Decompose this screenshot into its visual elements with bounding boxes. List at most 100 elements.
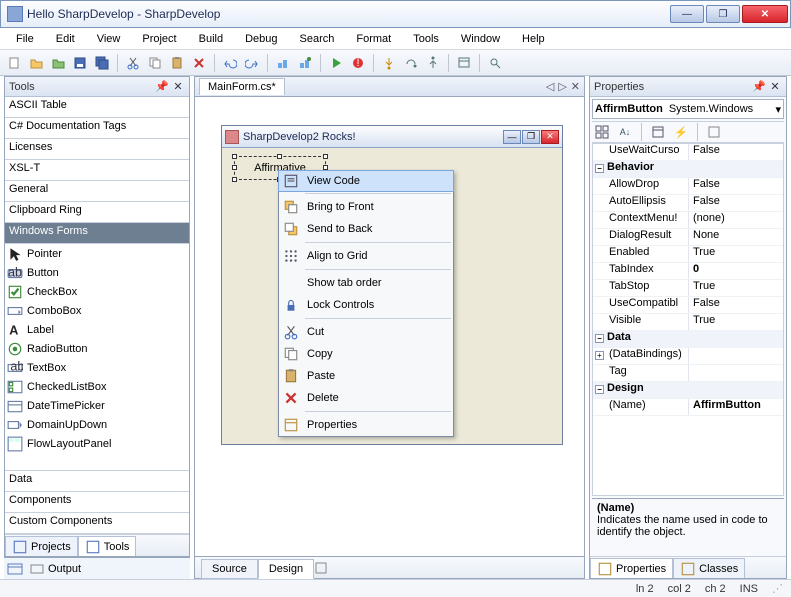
context-delete[interactable]: Delete [279,387,453,409]
property-category[interactable]: −Behavior [593,161,783,178]
delete-icon[interactable] [189,53,209,73]
property-row[interactable]: EnabledTrue [593,246,783,263]
toolbox-item[interactable]: RadioButton [5,339,189,358]
panel-close-icon[interactable]: ✕ [768,80,782,94]
tool-category[interactable]: Windows Forms [5,223,189,244]
expand-icon[interactable]: + [595,351,604,360]
pin-icon[interactable]: 📌 [752,80,766,94]
events-tab-icon[interactable]: ⚡ [671,122,691,142]
toolbox-item[interactable]: ablTextBox [5,358,189,377]
editor-tab-source[interactable]: Source [201,559,258,579]
property-value[interactable]: False [689,297,783,313]
run-icon[interactable] [326,53,346,73]
context-view-code[interactable]: View Code [278,170,454,192]
alphabetical-icon[interactable]: A↓ [615,122,635,142]
step-out-icon[interactable] [423,53,443,73]
tool-category[interactable]: General [5,181,189,202]
toolbox-item[interactable]: CheckedListBox [5,377,189,396]
editor-options-icon[interactable] [314,561,328,578]
build-icon[interactable] [273,53,293,73]
property-row[interactable]: (Name)AffirmButton [593,399,783,416]
output-dropdown-icon[interactable] [29,561,45,577]
property-category[interactable]: −Design [593,382,783,399]
tool-category[interactable]: ASCII Table [5,97,189,118]
side-tab-projects[interactable]: Projects [5,536,78,556]
property-value[interactable]: False [689,195,783,211]
step-over-icon[interactable] [401,53,421,73]
tool-category[interactable]: Data [5,471,189,492]
tab-next-icon[interactable]: ▷ [558,80,566,93]
tool-category[interactable]: Components [5,492,189,513]
property-row[interactable]: TabStopTrue [593,280,783,297]
undo-icon[interactable] [220,53,240,73]
pin-icon[interactable]: 📌 [155,80,169,94]
property-value[interactable]: True [689,314,783,330]
toolbox-item[interactable]: CheckBox [5,282,189,301]
toolbox-item[interactable]: abButton [5,263,189,282]
property-value[interactable]: AffirmButton [689,399,783,415]
toolbox-item[interactable]: DomainUpDown [5,415,189,434]
save-icon[interactable] [70,53,90,73]
tool-category[interactable]: Licenses [5,139,189,160]
context-lock-controls[interactable]: Lock Controls [279,294,453,316]
menu-edit[interactable]: Edit [46,31,85,47]
categorized-icon[interactable] [592,122,612,142]
editor-tab-design[interactable]: Design [258,559,314,579]
output-panel-header[interactable]: Output [4,557,190,579]
tool-category[interactable]: C# Documentation Tags [5,118,189,139]
property-value[interactable]: False [689,144,783,160]
close-button[interactable]: ✕ [742,5,788,23]
menu-search[interactable]: Search [290,31,345,47]
property-row[interactable]: UseWaitCursoFalse [593,144,783,161]
property-row[interactable]: Tag [593,365,783,382]
property-row[interactable]: DialogResultNone [593,229,783,246]
property-grid[interactable]: UseWaitCursoFalse−BehaviorAllowDropFalse… [592,143,784,496]
toolbox-item[interactable]: FlowLayoutPanel [5,434,189,453]
tool-category[interactable]: Custom Components [5,513,189,534]
tool-category[interactable]: Clipboard Ring [5,202,189,223]
menu-view[interactable]: View [87,31,131,47]
open-folder-icon[interactable] [26,53,46,73]
context-properties[interactable]: Properties [279,414,453,436]
property-value[interactable] [689,365,783,381]
toolbox-item[interactable]: ComboBox [5,301,189,320]
property-row[interactable]: +(DataBindings) [593,348,783,365]
menu-build[interactable]: Build [189,31,233,47]
property-value[interactable]: False [689,178,783,194]
cut-icon[interactable] [123,53,143,73]
property-row[interactable]: UseCompatiblFalse [593,297,783,314]
property-row[interactable]: AllowDropFalse [593,178,783,195]
new-file-icon[interactable] [4,53,24,73]
context-align-to-grid[interactable]: Align to Grid [279,245,453,267]
property-row[interactable]: VisibleTrue [593,314,783,331]
maximize-button[interactable]: ❐ [706,5,740,23]
property-row[interactable]: AutoEllipsisFalse [593,195,783,212]
property-value[interactable]: (none) [689,212,783,228]
property-pages-icon[interactable] [704,122,724,142]
property-value[interactable]: True [689,280,783,296]
menu-format[interactable]: Format [346,31,401,47]
toolbox-item[interactable]: ALabel [5,320,189,339]
property-row[interactable]: ContextMenu!(none) [593,212,783,229]
menu-debug[interactable]: Debug [235,31,287,47]
minimize-button[interactable]: — [670,5,704,23]
redo-icon[interactable] [242,53,262,73]
context-show-tab-order[interactable]: Show tab order [279,272,453,294]
resize-grip-icon[interactable]: ⋰ [772,582,783,595]
toolbox-item[interactable]: DateTimePicker [5,396,189,415]
menu-project[interactable]: Project [132,31,186,47]
context-copy[interactable]: Copy [279,343,453,365]
toolbox-item[interactable]: Pointer [5,244,189,263]
context-cut[interactable]: Cut [279,321,453,343]
tab-prev-icon[interactable]: ◁ [546,80,554,93]
open-project-icon[interactable] [48,53,68,73]
panel-close-icon[interactable]: ✕ [171,80,185,94]
property-value[interactable]: True [689,246,783,262]
side-tab-tools[interactable]: Tools [78,536,137,556]
context-send-to-back[interactable]: Send to Back [279,218,453,240]
property-value[interactable] [689,348,783,364]
menu-window[interactable]: Window [451,31,510,47]
step-into-icon[interactable] [379,53,399,73]
bottom-tab-classes[interactable]: Classes [673,558,745,578]
property-value[interactable]: 0 [689,263,783,279]
